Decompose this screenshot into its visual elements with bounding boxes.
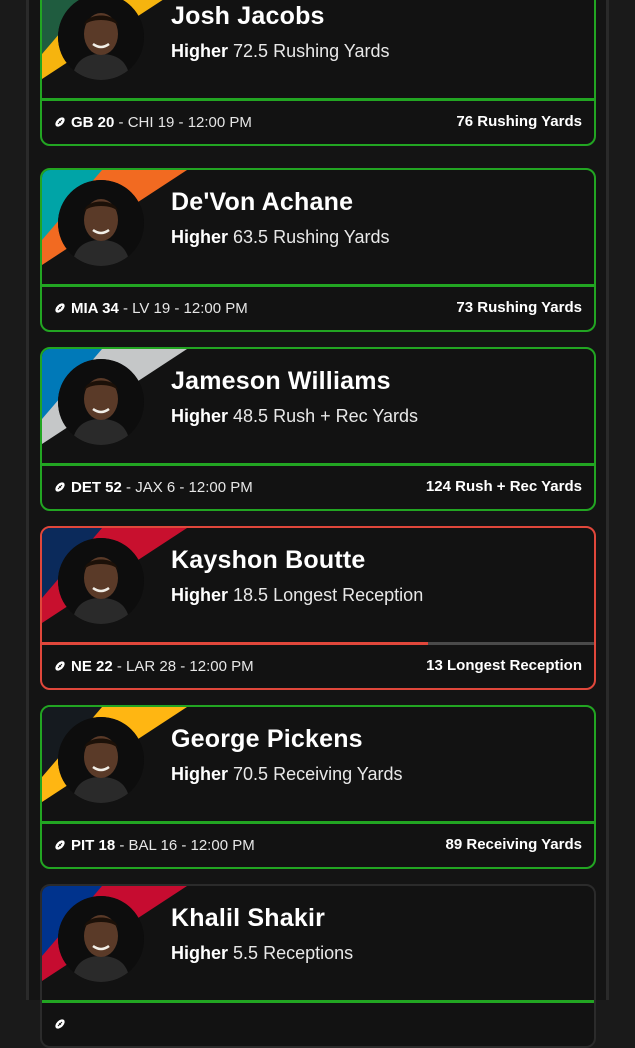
pick-card-header: Jameson Williams Higher 48.5 Rush + Rec … [42,349,594,463]
player-avatar [58,538,144,624]
stat-result: 76 Rushing Yards [456,113,582,130]
player-name: George Pickens [171,725,363,753]
pick-line: Higher 5.5 Receptions [171,943,353,964]
pick-direction: Higher [171,227,229,247]
game-score: PIT 18 - BAL 16 - 12:00 PM [54,837,255,854]
pick-card-khalil-shakir[interactable]: Khalil Shakir Higher 5.5 Receptions [40,884,596,1048]
football-icon [55,117,65,127]
pick-line: Higher 48.5 Rush + Rec Yards [171,406,418,427]
pick-card-footer: GB 20 - CHI 19 - 12:00 PM 76 Rushing Yar… [42,101,594,144]
stat-result: 73 Rushing Yards [456,299,582,316]
pick-stat: Receptions [263,943,354,963]
player-name: Josh Jacobs [171,2,325,30]
pick-line: Higher 18.5 Longest Reception [171,585,423,606]
team-score: NE 22 [71,658,113,675]
pick-stat: Rushing Yards [273,41,390,61]
pick-stat: Rush + Rec Yards [273,406,418,426]
pick-stat: Receiving Yards [273,764,403,784]
pick-card-george-pickens[interactable]: George Pickens Higher 70.5 Receiving Yar… [40,705,596,869]
pick-card-header: De'Von Achane Higher 63.5 Rushing Yards [42,170,594,284]
pick-value: 72.5 [233,41,269,61]
football-icon [55,303,65,313]
team-score: MIA 34 [71,300,119,317]
pick-card-de-von-achane[interactable]: De'Von Achane Higher 63.5 Rushing Yards … [40,168,596,332]
pick-card-header: George Pickens Higher 70.5 Receiving Yar… [42,707,594,821]
pick-card-footer: PIT 18 - BAL 16 - 12:00 PM 89 Receiving … [42,824,594,867]
pick-card-footer: NE 22 - LAR 28 - 12:00 PM 13 Longest Rec… [42,645,594,688]
player-name: Jameson Williams [171,367,391,395]
pick-value: 70.5 [233,764,269,784]
pick-card-josh-jacobs[interactable]: Josh Jacobs Higher 72.5 Rushing Yards GB… [40,0,596,146]
pick-value: 5.5 [233,943,259,963]
football-icon [55,482,65,492]
player-name: Kayshon Boutte [171,546,366,574]
pick-direction: Higher [171,943,229,963]
opponent-score-time: - JAX 6 - 12:00 PM [121,479,253,496]
player-avatar [58,717,144,803]
opponent-score-time: - LV 19 - 12:00 PM [118,300,248,317]
pick-card-header: Josh Jacobs Higher 72.5 Rushing Yards [42,0,594,98]
player-avatar [58,180,144,266]
pick-direction: Higher [171,406,229,426]
game-score [54,1016,71,1033]
right-rail [606,0,609,1000]
pick-line: Higher 70.5 Receiving Yards [171,764,403,785]
team-score: DET 52 [71,479,122,496]
pick-value: 63.5 [233,227,269,247]
pick-direction: Higher [171,764,229,784]
pick-card-header: Kayshon Boutte Higher 18.5 Longest Recep… [42,528,594,642]
pick-card-jameson-williams[interactable]: Jameson Williams Higher 48.5 Rush + Rec … [40,347,596,511]
stat-result: 89 Receiving Yards [445,836,582,853]
team-score: PIT 18 [71,837,116,854]
pick-line: Higher 63.5 Rushing Yards [171,227,390,248]
game-score: NE 22 - LAR 28 - 12:00 PM [54,658,254,675]
pick-line: Higher 72.5 Rushing Yards [171,41,390,62]
pick-card-footer [42,1003,594,1046]
game-score: MIA 34 - LV 19 - 12:00 PM [54,300,248,317]
player-name: De'Von Achane [171,188,354,216]
player-name: Khalil Shakir [171,904,326,932]
opponent-score-time: - CHI 19 - 12:00 PM [114,114,252,131]
pick-card-kayshon-boutte[interactable]: Kayshon Boutte Higher 18.5 Longest Recep… [40,526,596,690]
stat-result: 124 Rush + Rec Yards [425,478,582,495]
football-icon [55,1019,65,1029]
pick-stat: Rushing Yards [273,227,390,247]
pick-direction: Higher [171,41,229,61]
football-icon [55,661,65,671]
pick-card-header: Khalil Shakir Higher 5.5 Receptions [42,886,594,1000]
game-score: GB 20 - CHI 19 - 12:00 PM [54,114,252,131]
opponent-score-time: - BAL 16 - 12:00 PM [115,837,255,854]
pick-direction: Higher [171,585,229,605]
stat-result: 13 Longest Reception [426,657,582,674]
player-avatar [58,359,144,445]
pick-stat: Longest Reception [273,585,424,605]
player-avatar [58,896,144,982]
game-score: DET 52 - JAX 6 - 12:00 PM [54,479,253,496]
opponent-score-time: - LAR 28 - 12:00 PM [112,658,254,675]
pick-card-footer: MIA 34 - LV 19 - 12:00 PM 73 Rushing Yar… [42,287,594,330]
pick-value: 48.5 [233,406,269,426]
pick-value: 18.5 [233,585,269,605]
football-icon [55,840,65,850]
team-score: GB 20 [71,114,115,131]
pick-card-footer: DET 52 - JAX 6 - 12:00 PM 124 Rush + Rec… [42,466,594,509]
